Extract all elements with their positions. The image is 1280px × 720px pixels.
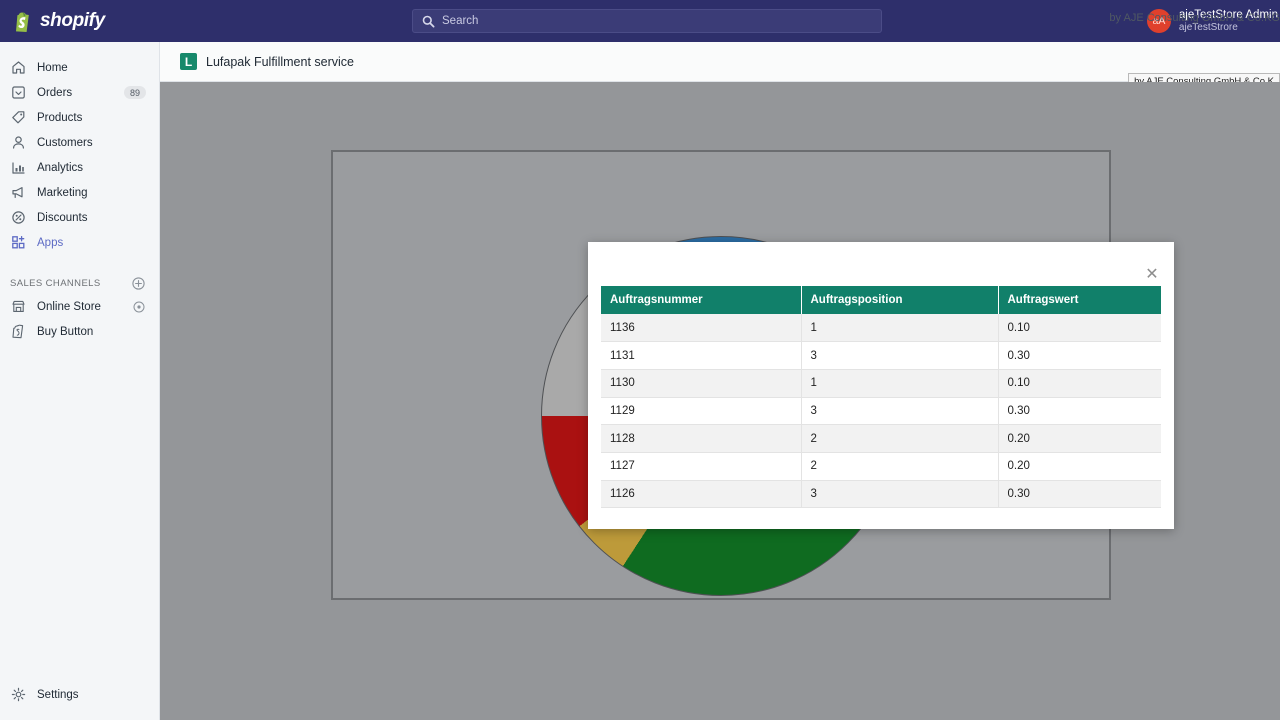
sidebar-item-analytics[interactable]: Analytics — [0, 155, 159, 180]
sidebar-primary-nav: Home Orders 89 Products Customers — [0, 42, 159, 255]
sidebar-item-home[interactable]: Home — [0, 55, 159, 80]
shopify-wordmark: shopify — [40, 10, 105, 32]
plus-circle-icon[interactable] — [132, 277, 145, 290]
sidebar-item-apps[interactable]: Apps — [0, 230, 159, 255]
search-input[interactable] — [442, 15, 852, 27]
sidebar-item-orders[interactable]: Orders 89 — [0, 80, 159, 105]
app-content-area: 5.26% 21.05% ✕ Auftragsnummer Auftragspo… — [160, 82, 1280, 720]
gear-icon — [10, 687, 26, 703]
sales-channels-label: SALES CHANNELS — [10, 278, 101, 289]
sidebar-item-label: Products — [37, 112, 82, 124]
sidebar-item-label: Online Store — [37, 301, 101, 313]
table-cell: 3 — [801, 480, 998, 508]
table-cell: 0.10 — [998, 314, 1161, 342]
app-header-bar: L Lufapak Fulfillment service — [160, 42, 1280, 82]
orders-table: Auftragsnummer Auftragsposition Auftrags… — [601, 286, 1161, 508]
marketing-megaphone-icon — [10, 185, 26, 201]
sidebar-item-discounts[interactable]: Discounts — [0, 205, 159, 230]
sidebar-item-label: Orders — [37, 87, 72, 99]
table-row[interactable]: 112630.30 — [601, 480, 1161, 508]
sidebar-item-label: Home — [37, 62, 68, 74]
table-cell: 2 — [801, 425, 998, 453]
table-cell: 1129 — [601, 397, 801, 425]
view-eye-icon[interactable] — [133, 301, 145, 313]
table-header-row: Auftragsnummer Auftragsposition Auftrags… — [601, 286, 1161, 314]
lufapak-app-logo-icon: L — [180, 53, 197, 70]
sidebar-item-label: Buy Button — [37, 326, 93, 338]
sidebar-item-label: Discounts — [37, 212, 88, 224]
discounts-percent-icon — [10, 210, 26, 226]
orders-table-body: 113610.10113130.30113010.10112930.301128… — [601, 314, 1161, 508]
table-cell: 1131 — [601, 342, 801, 370]
shopify-logo[interactable]: shopify — [0, 0, 160, 42]
sidebar-item-customers[interactable]: Customers — [0, 130, 159, 155]
sidebar-item-products[interactable]: Products — [0, 105, 159, 130]
sidebar-item-online-store[interactable]: Online Store — [0, 294, 159, 319]
home-icon — [10, 60, 26, 76]
app-title-group: L Lufapak Fulfillment service — [160, 53, 354, 70]
products-tag-icon — [10, 110, 26, 126]
sidebar-item-label: Settings — [37, 689, 79, 701]
column-header-auftragsnummer[interactable]: Auftragsnummer — [601, 286, 801, 314]
table-cell: 0.30 — [998, 397, 1161, 425]
vendor-credit: by AJE Consulting GmbH & Co.KG — [1109, 12, 1280, 24]
table-row[interactable]: 112720.20 — [601, 452, 1161, 480]
sidebar-item-marketing[interactable]: Marketing — [0, 180, 159, 205]
table-cell: 0.20 — [998, 425, 1161, 453]
table-row[interactable]: 112820.20 — [601, 425, 1161, 453]
table-row[interactable]: 112930.30 — [601, 397, 1161, 425]
table-cell: 1136 — [601, 314, 801, 342]
sidebar-item-label: Analytics — [37, 162, 83, 174]
search-box[interactable] — [412, 9, 882, 33]
column-header-auftragswert[interactable]: Auftragswert — [998, 286, 1161, 314]
table-cell: 0.30 — [998, 480, 1161, 508]
online-store-icon — [10, 299, 26, 315]
customers-person-icon — [10, 135, 26, 151]
sidebar-item-label: Apps — [37, 237, 63, 249]
table-cell: 3 — [801, 397, 998, 425]
table-cell: 1 — [801, 314, 998, 342]
buy-button-bag-icon — [10, 324, 26, 340]
sidebar-item-label: Customers — [37, 137, 93, 149]
order-details-modal: ✕ Auftragsnummer Auftragsposition Auftra… — [588, 242, 1174, 529]
close-icon[interactable]: ✕ — [1143, 266, 1161, 284]
table-cell: 1128 — [601, 425, 801, 453]
table-cell: 2 — [801, 452, 998, 480]
table-cell: 1126 — [601, 480, 801, 508]
sidebar-item-settings[interactable]: Settings — [0, 682, 160, 707]
table-row[interactable]: 113010.10 — [601, 369, 1161, 397]
table-cell: 3 — [801, 342, 998, 370]
orders-icon — [10, 85, 26, 101]
apps-grid-icon — [10, 235, 26, 251]
sidebar-item-label: Marketing — [37, 187, 88, 199]
table-cell: 0.20 — [998, 452, 1161, 480]
search-icon — [422, 15, 435, 28]
column-header-auftragsposition[interactable]: Auftragsposition — [801, 286, 998, 314]
table-cell: 1 — [801, 369, 998, 397]
table-cell: 0.30 — [998, 342, 1161, 370]
top-bar: shopify aA ajeTestStore Admin ajeTestStr… — [0, 0, 1280, 42]
sales-channels-heading: SALES CHANNELS — [0, 272, 159, 294]
shopify-bag-icon — [14, 11, 33, 32]
table-cell: 1127 — [601, 452, 801, 480]
sidebar-item-buy-button[interactable]: Buy Button — [0, 319, 159, 344]
sidebar: Home Orders 89 Products Customers — [0, 42, 160, 720]
orders-count-badge: 89 — [124, 86, 146, 99]
analytics-bars-icon — [10, 160, 26, 176]
app-title: Lufapak Fulfillment service — [206, 55, 354, 69]
table-cell: 0.10 — [998, 369, 1161, 397]
table-cell: 1130 — [601, 369, 801, 397]
table-row[interactable]: 113130.30 — [601, 342, 1161, 370]
orders-table-head: Auftragsnummer Auftragsposition Auftrags… — [601, 286, 1161, 314]
table-row[interactable]: 113610.10 — [601, 314, 1161, 342]
